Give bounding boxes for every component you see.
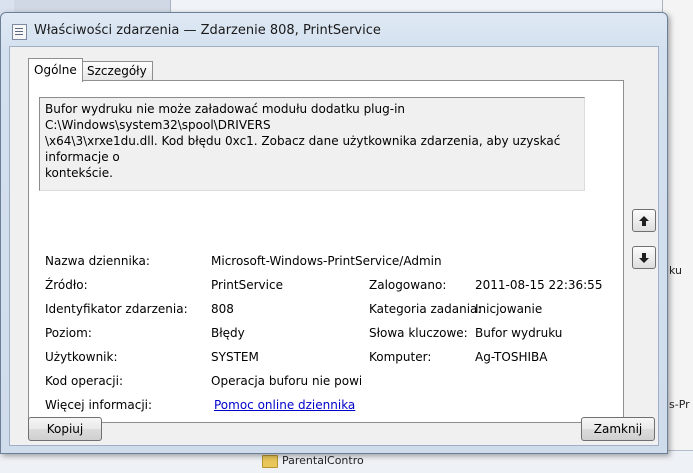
copy-button[interactable]: Kopiuj [28,417,102,441]
background-text: s-Pr [669,398,690,411]
log-name-value: Microsoft-Windows-PrintService/Admin [211,254,442,268]
event-id-label: Identyfikator zdarzenia: [45,302,188,316]
logged-label: Zalogowano: [369,278,447,292]
title-bar[interactable]: Właściwości zdarzenia — Zdarzenie 808, P… [1,13,667,45]
arrow-up-icon [639,215,649,226]
tab-general[interactable]: Ogólne [28,58,83,82]
event-properties-dialog: Właściwości zdarzenia — Zdarzenie 808, P… [0,12,668,454]
previous-event-button[interactable] [632,209,656,232]
keywords-label: Słowa kluczowe: [369,326,468,340]
opcode-value: Operacja buforu nie powiodł [211,374,361,388]
background-text: ku [669,264,683,277]
event-description[interactable]: Bufor wydruku nie może załadować modułu … [39,97,585,191]
online-help-link[interactable]: Pomoc online dziennika [214,398,355,412]
window-title: Właściwości zdarzenia — Zdarzenie 808, P… [34,23,381,38]
task-category-value: Inicjowanie [475,302,543,316]
next-event-button[interactable] [632,246,656,269]
user-label: Użytkownik: [45,350,118,364]
folder-icon [262,455,278,468]
more-info-label: Więcej informacji: [45,398,153,412]
user-value: SYSTEM [211,350,259,364]
tab-details[interactable]: Szczegóły [81,61,153,81]
logged-value: 2011-08-15 22:36:55 [475,278,603,292]
level-value: Błędy [211,326,245,340]
level-label: Poziom: [45,326,92,340]
log-name-label: Nazwa dziennika: [45,254,150,268]
general-tab-panel: Bufor wydruku nie może załadować modułu … [28,80,624,423]
event-properties-icon [12,24,27,40]
keywords-value: Bufor wydruku [475,326,563,340]
arrow-down-icon [639,252,649,263]
close-button[interactable]: Zamknij [581,417,655,441]
task-category-label: Kategoria zadania: [369,302,482,316]
source-value: PrintService [211,278,283,292]
background-text: ParentalContro [282,454,364,467]
computer-label: Komputer: [369,350,432,364]
computer-value: Ag-TOSHIBA [475,350,548,364]
source-label: Źródło: [45,278,88,292]
event-id-value: 808 [211,302,234,316]
dialog-client-area: Ogólne Szczegóły Bufor wydruku nie może … [9,46,659,446]
opcode-label: Kod operacji: [45,374,123,388]
